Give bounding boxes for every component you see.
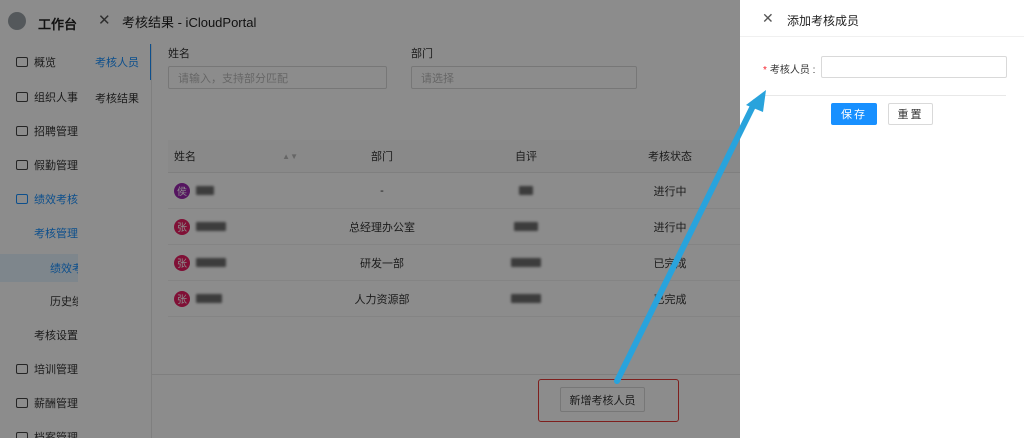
modal-mask[interactable]	[0, 0, 740, 438]
assessee-field-input[interactable]	[821, 56, 1007, 78]
close-icon[interactable]: ✕	[762, 10, 774, 27]
form-divider	[760, 95, 1006, 96]
reset-button[interactable]: 重置	[888, 103, 933, 125]
drawer-title: 添加考核成员	[787, 14, 860, 28]
save-button[interactable]: 保存	[831, 103, 877, 125]
add-member-drawer: ✕ 添加考核成员 * 考核人员 : 保存 重置	[740, 0, 1024, 438]
required-mark: *	[763, 65, 767, 76]
assessee-field-label: * 考核人员 :	[763, 65, 816, 76]
drawer-header: ✕ 添加考核成员	[740, 0, 1024, 37]
